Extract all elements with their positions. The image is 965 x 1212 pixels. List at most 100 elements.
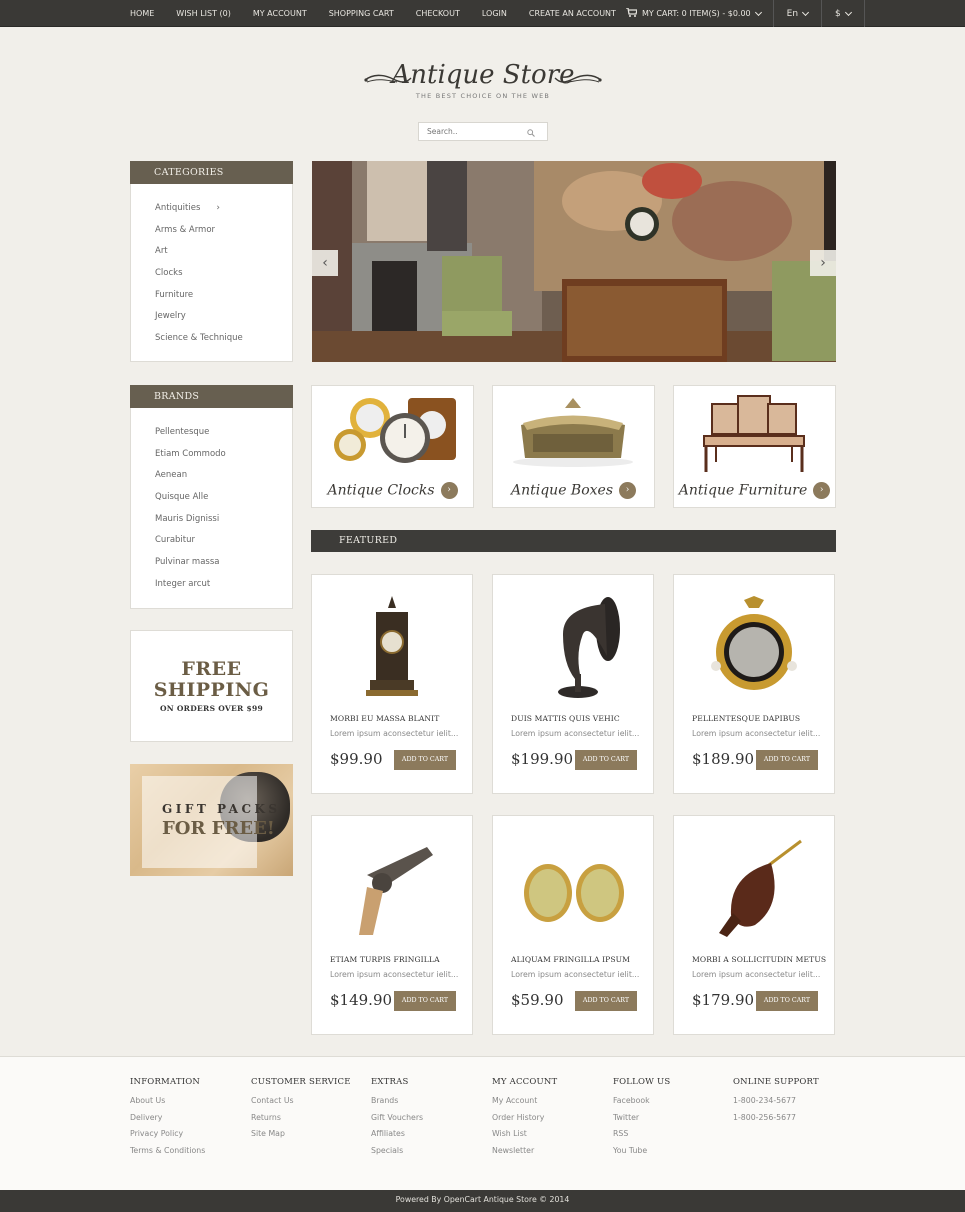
category-item[interactable]: Jewelry (155, 306, 292, 328)
product-image[interactable] (493, 589, 653, 709)
nav-checkout[interactable]: CHECKOUT (416, 9, 460, 18)
footer-link[interactable]: Wish List (492, 1129, 557, 1146)
footer-link[interactable]: Privacy Policy (130, 1129, 205, 1146)
footer-col-title: EXTRAS (371, 1077, 409, 1087)
banner-antique-furniture[interactable]: Antique Furniture › (673, 385, 836, 508)
banner-antique-clocks[interactable]: Antique Clocks › (311, 385, 474, 508)
product-name[interactable]: PELLENTESQUE DAPIBUS (692, 714, 800, 723)
language-value: En (786, 8, 799, 19)
arrow-right-icon[interactable]: › (619, 482, 637, 499)
category-item[interactable]: Science & Technique (155, 328, 292, 350)
support-phone: 1-800-256-5677 (733, 1112, 797, 1122)
arrow-right-icon[interactable]: › (440, 482, 458, 499)
search-box (418, 122, 548, 141)
brand-item[interactable]: Integer arcut (155, 574, 292, 596)
nav-home[interactable]: HOME (130, 9, 154, 18)
free-shipping-banner[interactable]: FREE SHIPPING ON ORDERS OVER $99 (130, 630, 293, 742)
nav-login[interactable]: LOGIN (482, 9, 507, 18)
nav-create-account[interactable]: CREATE AN ACCOUNT (529, 9, 616, 18)
footer-link[interactable]: Terms & Conditions (130, 1146, 205, 1163)
product-image[interactable] (312, 589, 472, 709)
banner-antique-boxes[interactable]: Antique Boxes › (492, 385, 655, 508)
nav-shopping-cart[interactable]: SHOPPING CART (329, 9, 394, 18)
category-item[interactable]: Antiquities › (155, 198, 292, 220)
hero-slider[interactable]: ‹ › (312, 161, 836, 362)
footer-col-title: FOLLOW US (613, 1077, 671, 1087)
cart-icon (626, 7, 642, 19)
add-to-cart-button[interactable]: ADD TO CART (575, 750, 637, 770)
add-to-cart-button[interactable]: ADD TO CART (575, 991, 637, 1011)
product-name[interactable]: MORBI A SOLLICITUDIN METUS (692, 955, 826, 964)
footer-link[interactable]: Affiliates (371, 1129, 423, 1146)
footer-link[interactable]: Delivery (130, 1113, 205, 1130)
product-image[interactable] (493, 830, 653, 950)
gift-line-2: FOR FREE! (162, 818, 275, 839)
footer-link[interactable]: You Tube (613, 1146, 670, 1163)
product-image[interactable] (312, 830, 472, 950)
product-name[interactable]: ETIAM TURPIS FRINGILLA (330, 955, 440, 964)
slider-next-button[interactable]: › (810, 250, 836, 276)
product-card: MORBI A SOLLICITUDIN METUS Lorem ipsum a… (673, 815, 835, 1035)
store-logo[interactable]: Antique Store THE BEST CHOICE ON THE WEB (363, 60, 603, 100)
nav-my-account[interactable]: MY ACCOUNT (253, 9, 307, 18)
add-to-cart-button[interactable]: ADD TO CART (394, 750, 456, 770)
currency-dropdown[interactable]: $ (822, 0, 865, 27)
product-desc: Lorem ipsum aconsectetur ielit... (511, 729, 640, 738)
brand-item[interactable]: Pellentesque (155, 422, 292, 444)
language-dropdown[interactable]: En (774, 0, 823, 27)
copyright-bar: Powered By OpenCart Antique Store © 2014 (0, 1190, 965, 1212)
product-name[interactable]: DUIS MATTIS QUIS VEHIC (511, 714, 620, 723)
chevron-left-icon: ‹ (322, 255, 328, 271)
footer-link[interactable]: About Us (130, 1096, 205, 1113)
gift-packs-banner[interactable]: GIFT PACKS FOR FREE! (130, 764, 293, 876)
search-icon[interactable] (527, 122, 535, 141)
category-item[interactable]: Clocks (155, 263, 292, 285)
slider-image (312, 161, 836, 362)
product-name[interactable]: MORBI EU MASSA BLANIT (330, 714, 439, 723)
footer-col-online-support: ONLINE SUPPORT 1-800-234-5677 1-800-256-… (733, 1077, 819, 1129)
footer-link[interactable]: Brands (371, 1096, 423, 1113)
product-image[interactable] (674, 830, 834, 950)
footer-link[interactable]: Returns (251, 1113, 351, 1130)
brand-item[interactable]: Quisque Alle (155, 487, 292, 509)
footer-link[interactable]: Newsletter (492, 1146, 557, 1163)
chevron-right-icon[interactable]: › (216, 203, 220, 213)
footer-link[interactable]: Gift Vouchers (371, 1113, 423, 1130)
brand-item[interactable]: Aenean (155, 465, 292, 487)
footer-col-title: CUSTOMER SERVICE (251, 1077, 351, 1087)
footer-link[interactable]: Contact Us (251, 1096, 351, 1113)
category-item[interactable]: Arms & Armor (155, 220, 292, 242)
footer-col-my-account: MY ACCOUNT My Account Order History Wish… (492, 1077, 557, 1162)
footer-link[interactable]: My Account (492, 1096, 557, 1113)
product-image[interactable] (674, 589, 834, 709)
footer-col-title: ONLINE SUPPORT (733, 1077, 819, 1087)
add-to-cart-button[interactable]: ADD TO CART (756, 750, 818, 770)
product-desc: Lorem ipsum aconsectetur ielit... (692, 970, 821, 979)
brand-item[interactable]: Curabitur (155, 530, 292, 552)
nav-wish-list[interactable]: WISH LIST (0) (176, 9, 231, 18)
cart-dropdown[interactable]: MY CART: 0 ITEM(S) - $0.00 (612, 0, 774, 27)
add-to-cart-button[interactable]: ADD TO CART (756, 991, 818, 1011)
product-name[interactable]: ALIQUAM FRINGILLA IPSUM (511, 955, 630, 964)
category-item[interactable]: Art (155, 241, 292, 263)
brand-item[interactable]: Pulvinar massa (155, 552, 292, 574)
footer-link[interactable]: Facebook (613, 1096, 670, 1113)
product-price: $189.90 (692, 750, 755, 768)
banner-caption: Antique Boxes › (493, 482, 654, 499)
footer-link[interactable]: Site Map (251, 1129, 351, 1146)
search-input[interactable] (427, 127, 527, 136)
arrow-right-icon[interactable]: › (813, 482, 831, 499)
footer-link[interactable]: RSS (613, 1129, 670, 1146)
gift-line-1: GIFT PACKS (162, 802, 281, 816)
footer-link[interactable]: Specials (371, 1146, 423, 1163)
footer-link[interactable]: Order History (492, 1113, 557, 1130)
footer-col-title: MY ACCOUNT (492, 1077, 558, 1087)
footer-link[interactable]: Twitter (613, 1113, 670, 1130)
brand-item[interactable]: Etiam Commodo (155, 444, 292, 466)
slider-prev-button[interactable]: ‹ (312, 250, 338, 276)
add-to-cart-button[interactable]: ADD TO CART (394, 991, 456, 1011)
support-phone: 1-800-234-5677 (733, 1096, 797, 1105)
promo-line-1: FREE (181, 658, 242, 680)
category-item[interactable]: Furniture (155, 285, 292, 307)
brand-item[interactable]: Mauris Dignissi (155, 509, 292, 531)
